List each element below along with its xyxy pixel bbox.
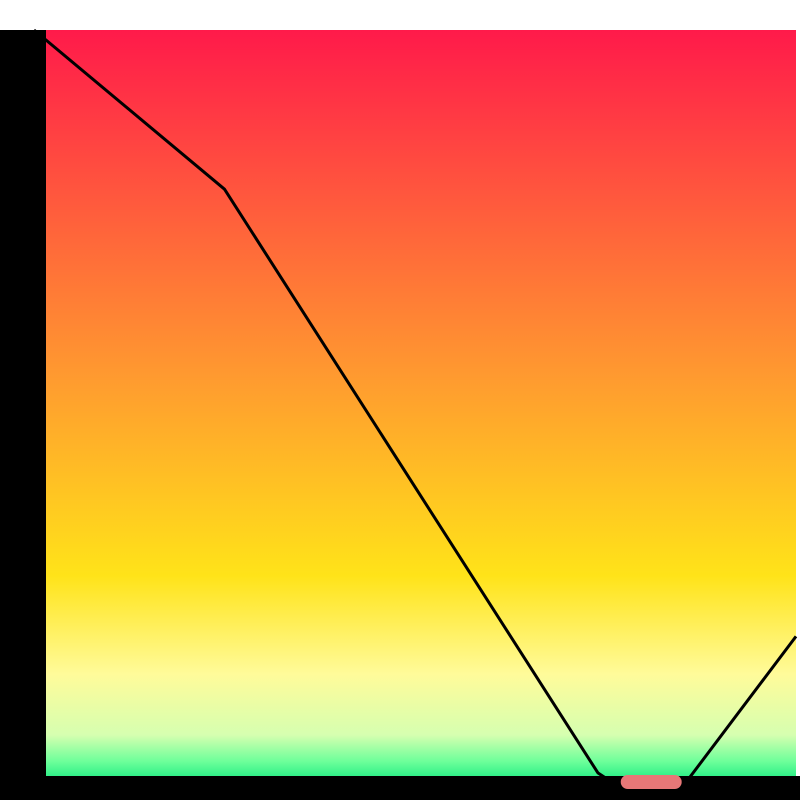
chart-container: TheBottleneck.com: [0, 0, 800, 800]
top-margin: [0, 0, 800, 30]
gradient-background: [34, 30, 796, 788]
bottleneck-chart: [0, 0, 800, 800]
optimal-range-marker: [621, 775, 682, 789]
plot-area: [0, 0, 800, 800]
